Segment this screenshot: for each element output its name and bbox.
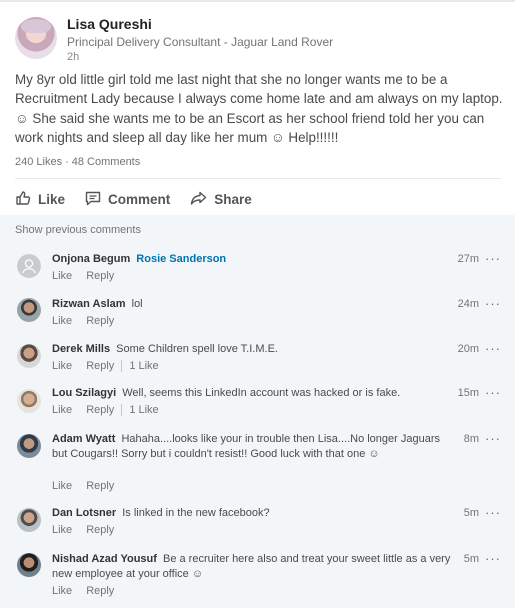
comment-actions: Like Reply 1 Like	[52, 404, 159, 416]
divider	[15, 178, 501, 179]
comment-text: Nishad Azad Yousuf Be a recruiter here a…	[52, 552, 457, 582]
share-icon	[190, 190, 214, 209]
author-avatar[interactable]	[15, 17, 57, 59]
divider	[121, 360, 123, 372]
comment-text: Rizwan Aslam lol	[52, 297, 457, 312]
comment-reply-button[interactable]: Reply	[86, 585, 114, 597]
comment-avatar[interactable]	[17, 254, 41, 278]
divider	[121, 404, 123, 416]
post-actions: Like Comment Share	[15, 186, 272, 212]
comment-reply-button[interactable]: Reply	[86, 270, 114, 282]
comment-avatar[interactable]	[17, 553, 41, 577]
comment-like-button[interactable]: Like	[52, 524, 72, 536]
thumbs-up-icon	[15, 190, 38, 209]
comment-like-button[interactable]: Like	[52, 585, 72, 597]
comment-reply-button[interactable]: Reply	[86, 360, 114, 372]
commenter-name[interactable]: Onjona Begum	[52, 253, 130, 265]
comment-button[interactable]: Comment	[85, 190, 170, 209]
comment-avatar[interactable]	[17, 434, 41, 458]
social-counts: 240 Likes · 48 Comments	[15, 156, 140, 168]
share-label: Share	[214, 191, 252, 207]
comment-like-button[interactable]: Like	[52, 404, 72, 416]
post-body-line: ☺︎ She said she wants me to be an Escort…	[15, 110, 485, 126]
more-options-icon[interactable]: ···	[485, 432, 501, 445]
post-card: Lisa Qureshi Principal Delivery Consulta…	[0, 0, 515, 215]
post-body-line: work nights and sleep all day like her m…	[15, 129, 339, 145]
comment-actions: Like Reply	[52, 270, 114, 282]
comment-text: Dan Lotsner Is linked in the new faceboo…	[52, 506, 457, 521]
comment-body: lol	[131, 298, 143, 310]
comment-text: Derek Mills Some Children spell love T.I…	[52, 342, 457, 357]
comment-body: Is linked in the new facebook?	[122, 507, 270, 519]
more-options-icon[interactable]: ···	[485, 342, 501, 355]
commenter-name[interactable]: Nishad Azad Yousuf	[52, 553, 157, 565]
show-previous-comments-link[interactable]: Show previous comments	[15, 224, 141, 236]
comment-timestamp: 5m	[463, 553, 479, 565]
more-options-icon[interactable]: ···	[485, 252, 501, 265]
comment-like-button[interactable]: Like	[52, 360, 72, 372]
post-body: My 8yr old little girl told me last nigh…	[15, 70, 505, 147]
comment-label: Comment	[108, 191, 171, 207]
comment-body: Some Children spell love T.I.M.E.	[116, 343, 278, 355]
comment-reply-button[interactable]: Reply	[86, 315, 114, 327]
author-headline: Principal Delivery Consultant - Jaguar L…	[67, 35, 334, 49]
comment-timestamp: 5m	[463, 507, 479, 519]
post-body-line: My 8yr old little girl told me last nigh…	[15, 72, 448, 87]
comment-timestamp: 20m	[457, 343, 479, 355]
comment-actions: Like Reply 1 Like	[52, 360, 159, 372]
commenter-name[interactable]: Derek Mills	[52, 343, 110, 355]
comment-text: Adam Wyatt Hahaha....looks like your in …	[52, 432, 457, 462]
comment-like-count[interactable]: 1 Like	[129, 404, 158, 416]
comment-timestamp: 15m	[457, 387, 479, 399]
more-options-icon[interactable]: ···	[485, 506, 501, 519]
comment-text: Lou Szilagyi Well, seems this LinkedIn a…	[52, 386, 457, 401]
author-name[interactable]: Lisa Qureshi	[67, 16, 152, 32]
comment-actions: Like Reply	[52, 585, 114, 597]
share-button[interactable]: Share	[190, 190, 252, 209]
more-options-icon[interactable]: ···	[485, 552, 501, 565]
separator-dot: ·	[65, 156, 69, 168]
comment-timestamp: 8m	[463, 433, 479, 445]
mention-link[interactable]: Rosie Sanderson	[136, 253, 226, 265]
comment-like-button[interactable]: Like	[52, 480, 72, 492]
comments-section: Show previous comments Onjona Begum Rosi…	[0, 215, 515, 608]
comment-actions: Like Reply	[52, 315, 114, 327]
comment-actions: Like Reply	[52, 480, 114, 492]
comment-text: Onjona Begum Rosie Sanderson	[52, 252, 457, 267]
commenter-name[interactable]: Rizwan Aslam	[52, 298, 126, 310]
likes-count[interactable]: 240 Likes	[15, 156, 62, 168]
more-options-icon[interactable]: ···	[485, 297, 501, 310]
comment-avatar[interactable]	[17, 508, 41, 532]
comment-like-count[interactable]: 1 Like	[129, 360, 158, 372]
commenter-name[interactable]: Dan Lotsner	[52, 507, 116, 519]
post-body-line: Recruitment Lady because I always come h…	[15, 91, 503, 107]
comment-like-button[interactable]: Like	[52, 270, 72, 282]
comment-like-button[interactable]: Like	[52, 315, 72, 327]
commenter-name[interactable]: Lou Szilagyi	[52, 387, 116, 399]
more-options-icon[interactable]: ···	[485, 386, 501, 399]
comment-body: Well, seems this LinkedIn account was ha…	[122, 387, 401, 399]
comment-avatar[interactable]	[17, 298, 41, 322]
like-button[interactable]: Like	[15, 190, 65, 209]
comments-count[interactable]: 48 Comments	[72, 156, 140, 168]
comment-timestamp: 27m	[457, 253, 479, 265]
post-timestamp: 2h	[67, 51, 80, 63]
comment-actions: Like Reply	[52, 524, 114, 536]
comment-timestamp: 24m	[457, 298, 479, 310]
like-label: Like	[38, 191, 66, 207]
comment-reply-button[interactable]: Reply	[86, 524, 114, 536]
commenter-name[interactable]: Adam Wyatt	[52, 433, 115, 445]
comment-reply-button[interactable]: Reply	[86, 480, 114, 492]
comment-avatar[interactable]	[17, 389, 41, 413]
comment-icon	[85, 190, 108, 209]
comment-avatar[interactable]	[17, 344, 41, 368]
comment-reply-button[interactable]: Reply	[86, 404, 114, 416]
